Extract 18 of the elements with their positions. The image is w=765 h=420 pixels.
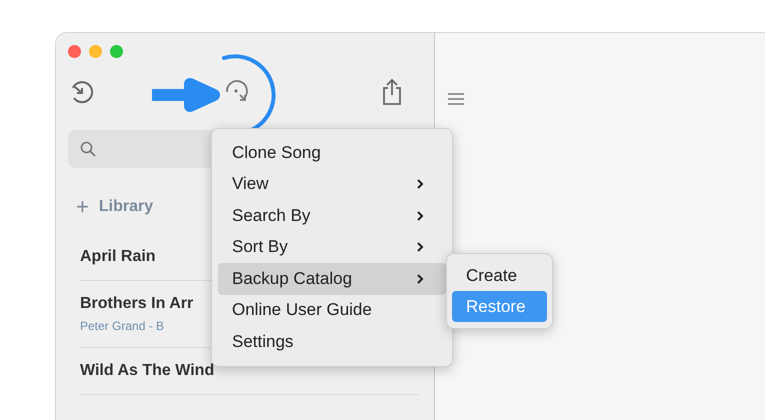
menu-item[interactable]: Settings [218, 326, 446, 358]
menu-item[interactable]: Sort By [218, 232, 446, 263]
chevron-right-icon [416, 272, 424, 285]
song-artist: Peter Grand - B [80, 319, 166, 333]
share-icon[interactable] [380, 78, 404, 106]
menu-icon[interactable] [447, 91, 465, 107]
chevron-right-icon [416, 210, 424, 222]
pointer-arrow [150, 78, 220, 112]
chevron-right-icon [416, 178, 424, 190]
menu-item[interactable]: Clone Song [218, 137, 446, 168]
submenu-item[interactable]: Create [452, 260, 547, 291]
close-button[interactable] [68, 45, 81, 58]
menu-item[interactable]: Online User Guide [218, 294, 446, 326]
menu-item[interactable]: Backup Catalog [218, 263, 446, 294]
menu-item[interactable]: Search By [218, 200, 446, 232]
chevron-right-icon [416, 241, 424, 254]
menu-item[interactable]: View [218, 168, 446, 200]
search-icon [80, 141, 96, 157]
